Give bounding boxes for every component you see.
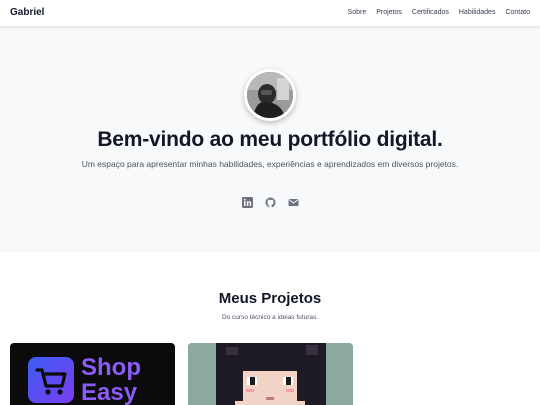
brand-logo[interactable]: Gabriel — [10, 7, 44, 18]
nav-link-projetos[interactable]: Projetos — [376, 9, 402, 16]
github-link[interactable] — [265, 197, 276, 208]
hero-section: Bem-vindo ao meu portfólio digital. Um e… — [0, 27, 540, 252]
hero-subtitle: Um espaço para apresentar minhas habilid… — [81, 159, 459, 169]
projects-title: Meus Projetos — [218, 290, 322, 307]
navbar: Gabriel Sobre Projetos Certificados Habi… — [0, 0, 540, 27]
pixel-art-image — [188, 343, 353, 405]
nav-link-habilidades[interactable]: Habilidades — [459, 9, 496, 16]
social-links — [0, 197, 540, 208]
avatar — [244, 69, 296, 121]
project-image-text: Shop Easy — [81, 354, 141, 405]
linkedin-icon — [241, 197, 253, 208]
avatar-photo — [247, 72, 293, 118]
email-link[interactable] — [288, 197, 299, 208]
project-card-shop-easy[interactable]: Shop Easy — [10, 343, 175, 405]
page-title: Bem-vindo ao meu portfólio digital. — [97, 128, 443, 151]
nav-link-certificados[interactable]: Certificados — [412, 9, 449, 16]
nav-link-contato[interactable]: Contato — [505, 9, 530, 16]
nav-links: Sobre Projetos Certificados Habilidades … — [348, 9, 530, 16]
nav-link-sobre[interactable]: Sobre — [348, 9, 367, 16]
linkedin-link[interactable] — [241, 197, 253, 208]
github-icon — [265, 197, 275, 208]
projects-subtitle: Do curso técnico a ideias futuras. — [221, 314, 319, 321]
shopping-cart-icon — [28, 357, 74, 403]
project-card-pixel-art[interactable] — [188, 343, 353, 405]
mail-icon — [288, 199, 298, 206]
